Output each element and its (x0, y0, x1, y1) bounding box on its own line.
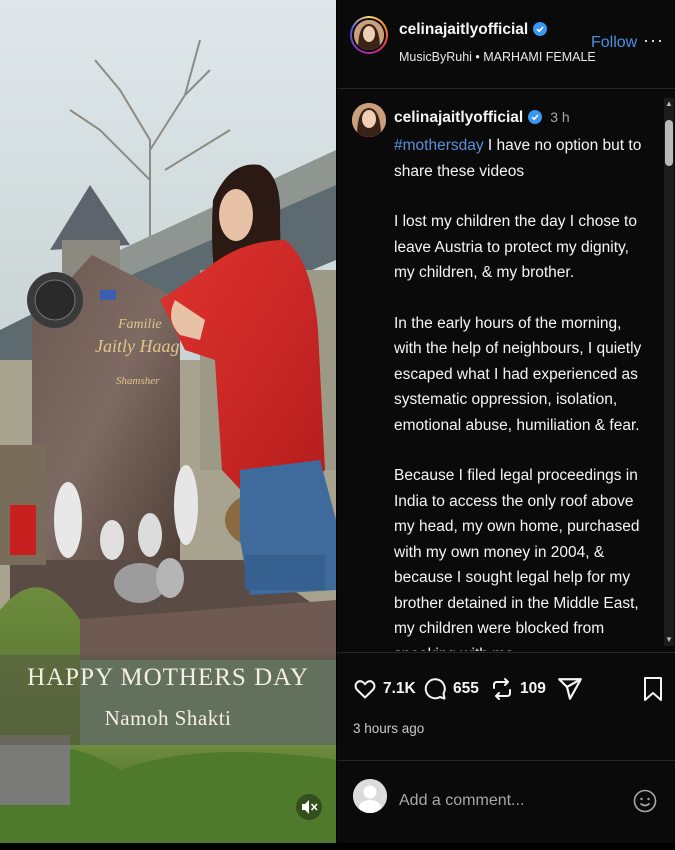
follow-button[interactable]: Follow (591, 34, 637, 52)
like-count: 7.1K (383, 680, 416, 697)
comment-count: 655 (453, 680, 479, 697)
emoji-icon[interactable] (633, 789, 657, 813)
save-button[interactable] (642, 676, 670, 702)
caption-text: #mothersday I have no option but to shar… (394, 133, 649, 651)
add-comment-bar: Add a comment... (337, 760, 675, 844)
svg-text:Jaitly Haag: Jaitly Haag (95, 336, 179, 356)
verified-badge-icon (533, 22, 548, 36)
caption-author-avatar[interactable] (352, 103, 386, 137)
like-button[interactable]: 7.1K (353, 676, 416, 702)
repost-icon (493, 678, 511, 700)
svg-text:Shamsher: Shamsher (116, 375, 160, 387)
caption-paragraph: I lost my children the day I chose to le… (394, 213, 637, 281)
heart-icon (354, 680, 376, 699)
audio-track[interactable]: MusicByRuhi • MARHAMI FEMALE (399, 50, 596, 64)
post-media[interactable]: Familie Jaitly Haag Shamsher HAPPY MOTHE… (0, 0, 336, 843)
post-timestamp: 3 hours ago (353, 721, 425, 736)
overlay-subtitle: Namoh Shakti (104, 706, 232, 730)
overlay-title: HAPPY MOTHERS DAY (27, 664, 309, 691)
caption-area[interactable]: celinajaitlyofficial 3 h #mothersday I ha… (337, 89, 675, 651)
comment-icon (424, 678, 446, 700)
hashtag-link[interactable]: #mothersday (394, 137, 484, 154)
caption-author[interactable]: celinajaitlyofficial 3 h (394, 109, 570, 127)
caption-paragraph: Because I filed legal proceedings in Ind… (394, 467, 640, 651)
bookmark-icon (644, 677, 662, 701)
share-button[interactable] (557, 676, 589, 702)
post-viewer: Familie Jaitly Haag Shamsher HAPPY MOTHE… (0, 0, 675, 850)
more-options-icon[interactable]: ··· (643, 30, 664, 51)
current-user-avatar (353, 779, 387, 813)
caption-paragraph: In the early hours of the morning, with … (394, 314, 642, 434)
scroll-down-icon[interactable]: ▼ (665, 636, 673, 644)
comment-button[interactable]: 655 (423, 676, 479, 702)
author-avatar[interactable] (350, 16, 388, 54)
comment-input[interactable]: Add a comment... (399, 792, 524, 810)
verified-badge-icon (528, 110, 543, 124)
post-header: celinajaitlyofficial MusicByRuhi • MARHA… (337, 0, 675, 89)
post-side-panel: celinajaitlyofficial MusicByRuhi • MARHA… (337, 0, 675, 843)
author-username[interactable]: celinajaitlyofficial (399, 21, 548, 39)
repost-count: 109 (520, 680, 546, 697)
share-icon (558, 678, 582, 700)
repost-button[interactable]: 109 (490, 676, 546, 702)
caption-scrollbar[interactable]: ▲ ▼ (664, 98, 674, 646)
post-actions: 7.1K 655 109 3 hours ago (337, 652, 675, 761)
speaker-muted-icon[interactable] (296, 794, 322, 820)
svg-text:Familie: Familie (117, 317, 162, 332)
caption-time: 3 h (550, 109, 570, 125)
scrollbar-thumb[interactable] (665, 120, 673, 166)
scroll-up-icon[interactable]: ▲ (665, 100, 673, 108)
